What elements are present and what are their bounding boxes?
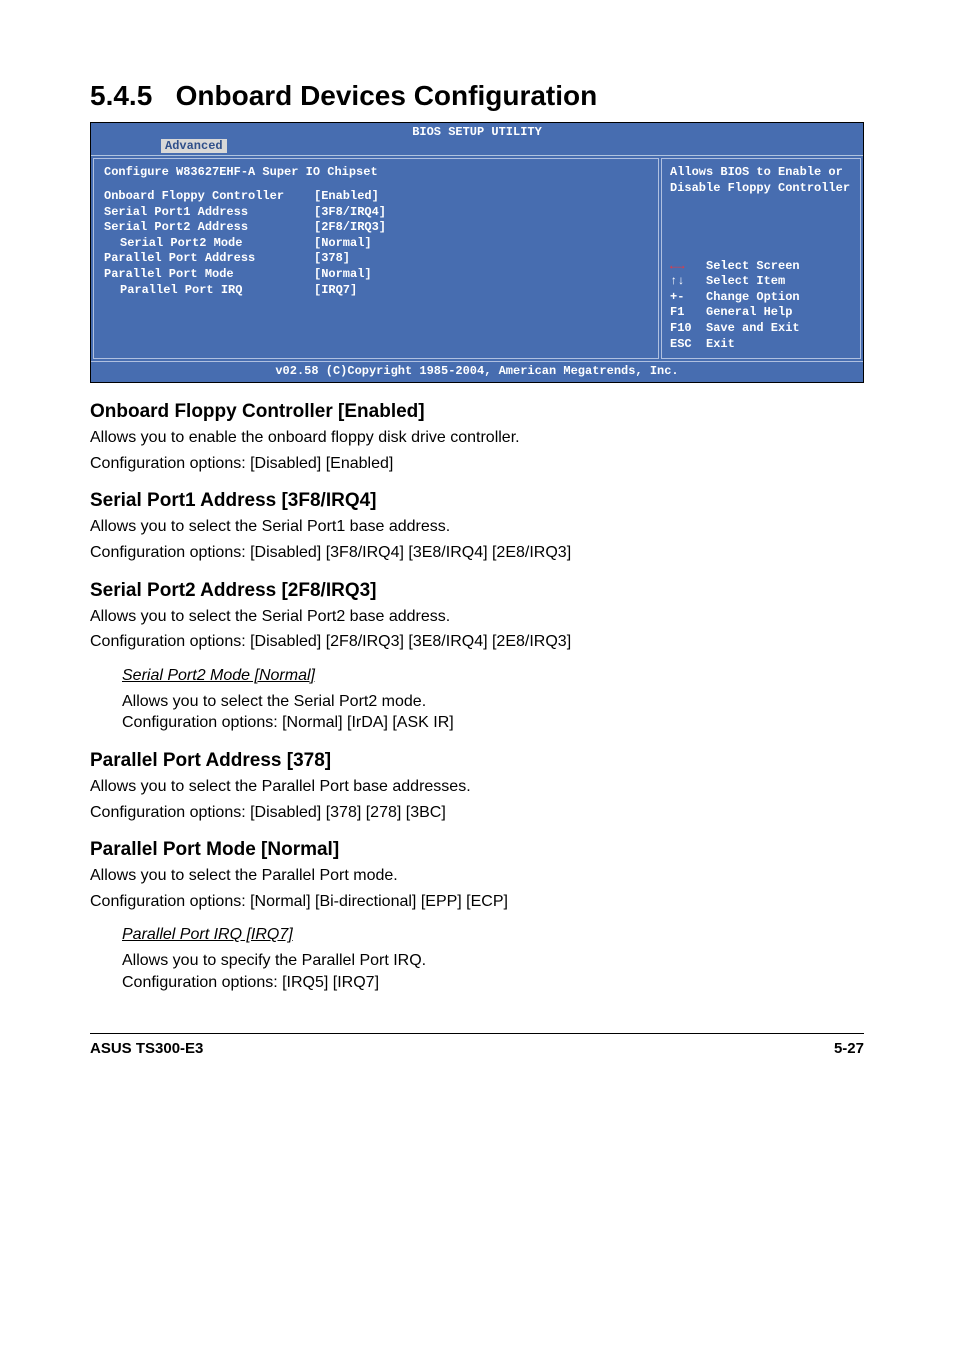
config-header: Configure W83627EHF-A Super IO Chipset	[104, 165, 648, 179]
subheading-serial2mode: Serial Port2 Mode [Normal]	[122, 667, 864, 685]
heading-floppy: Onboard Floppy Controller [Enabled]	[90, 401, 864, 423]
body-text: Configuration options: [IRQ5] [IRQ7]	[122, 972, 864, 994]
tab-advanced[interactable]: Advanced	[161, 139, 227, 153]
nav-key: F10	[670, 321, 698, 337]
nav-label: Change Option	[706, 290, 800, 306]
nav-label: Select Screen	[706, 259, 800, 275]
table-row[interactable]: Serial Port2 Mode [Normal]	[104, 236, 648, 252]
footer-left: ASUS TS300-E3	[90, 1040, 203, 1057]
cfg-label: Serial Port1 Address	[104, 205, 314, 221]
body-text: Allows you to select the Serial Port2 ba…	[90, 606, 864, 628]
cfg-label: Onboard Floppy Controller	[104, 189, 314, 205]
bios-setup-panel: BIOS SETUP UTILITY Advanced Configure W8…	[90, 122, 864, 383]
bios-config-pane: Configure W83627EHF-A Super IO Chipset O…	[93, 158, 659, 359]
body-text: Configuration options: [Normal] [IrDA] […	[122, 712, 864, 734]
nav-help: Select Screen Select Item +- Change Optio…	[670, 259, 852, 353]
nav-label: Exit	[706, 337, 735, 353]
bios-menubar: Advanced	[91, 139, 863, 153]
bios-help-pane: Allows BIOS to Enable or Disable Floppy …	[661, 158, 861, 359]
body-text: Configuration options: [Disabled] [3F8/I…	[90, 542, 864, 564]
table-row[interactable]: Parallel Port Mode [Normal]	[104, 267, 648, 283]
heading-serial1: Serial Port1 Address [3F8/IRQ4]	[90, 490, 864, 512]
body-text: Allows you to select the Serial Port2 mo…	[122, 691, 864, 713]
nav-label: Save and Exit	[706, 321, 800, 337]
heading-paralleladdr: Parallel Port Address [378]	[90, 750, 864, 772]
cfg-value: [Normal]	[314, 236, 648, 252]
heading-serial2: Serial Port2 Address [2F8/IRQ3]	[90, 580, 864, 602]
table-row[interactable]: Serial Port2 Address [2F8/IRQ3]	[104, 220, 648, 236]
subheading-parallelirq: Parallel Port IRQ [IRQ7]	[122, 926, 864, 944]
section-number: 5.4.5	[90, 80, 152, 111]
body-text: Allows you to select the Serial Port1 ba…	[90, 516, 864, 538]
table-row[interactable]: Serial Port1 Address [3F8/IRQ4]	[104, 205, 648, 221]
cfg-label: Parallel Port IRQ	[104, 283, 314, 299]
body-text: Allows you to specify the Parallel Port …	[122, 950, 864, 972]
nav-label: Select Item	[706, 274, 785, 290]
section-heading: 5.4.5 Onboard Devices Configuration	[90, 80, 864, 112]
cfg-value: [Enabled]	[314, 189, 648, 205]
cfg-value: [378]	[314, 251, 648, 267]
cfg-label: Serial Port2 Mode	[104, 236, 314, 252]
nav-key: +-	[670, 290, 698, 306]
body-text: Allows you to select the Parallel Port m…	[90, 865, 864, 887]
help-text: Allows BIOS to Enable or Disable Floppy …	[670, 165, 852, 196]
nav-key: F1	[670, 305, 698, 321]
footer-right: 5-27	[834, 1040, 864, 1057]
body-text: Configuration options: [Disabled] [Enabl…	[90, 453, 864, 475]
nav-key: ESC	[670, 337, 698, 353]
cfg-value: [Normal]	[314, 267, 648, 283]
bios-title: BIOS SETUP UTILITY	[91, 123, 863, 139]
heading-parallelmode: Parallel Port Mode [Normal]	[90, 839, 864, 861]
page-footer: ASUS TS300-E3 5-27	[90, 1033, 864, 1057]
body-text: Allows you to select the Parallel Port b…	[90, 776, 864, 798]
table-row[interactable]: Parallel Port IRQ [IRQ7]	[104, 283, 648, 299]
cfg-label: Parallel Port Address	[104, 251, 314, 267]
nav-label: General Help	[706, 305, 792, 321]
arrow-ud-icon	[670, 274, 698, 290]
arrow-lr-icon	[670, 259, 698, 275]
body-text: Configuration options: [Disabled] [378] …	[90, 802, 864, 824]
cfg-label: Serial Port2 Address	[104, 220, 314, 236]
body-text: Configuration options: [Disabled] [2F8/I…	[90, 631, 864, 653]
cfg-value: [2F8/IRQ3]	[314, 220, 648, 236]
cfg-value: [3F8/IRQ4]	[314, 205, 648, 221]
section-title: Onboard Devices Configuration	[176, 80, 598, 111]
table-row[interactable]: Parallel Port Address [378]	[104, 251, 648, 267]
cfg-value: [IRQ7]	[314, 283, 648, 299]
body-text: Allows you to enable the onboard floppy …	[90, 427, 864, 449]
bios-footer: v02.58 (C)Copyright 1985-2004, American …	[91, 361, 863, 382]
table-row[interactable]: Onboard Floppy Controller [Enabled]	[104, 189, 648, 205]
body-text: Configuration options: [Normal] [Bi-dire…	[90, 891, 864, 913]
cfg-label: Parallel Port Mode	[104, 267, 314, 283]
